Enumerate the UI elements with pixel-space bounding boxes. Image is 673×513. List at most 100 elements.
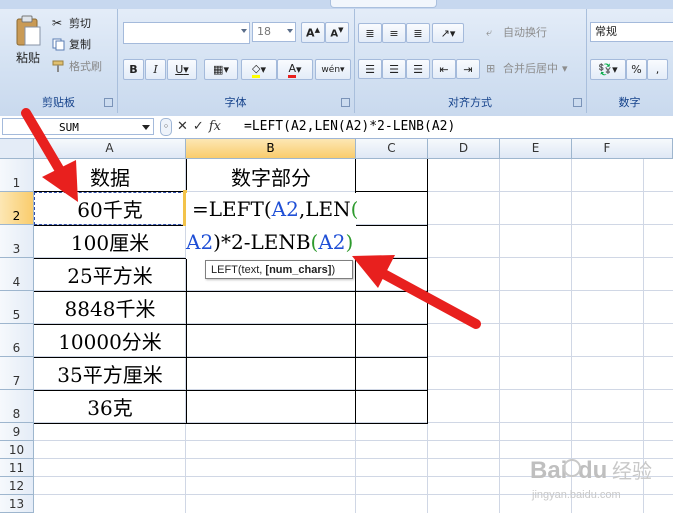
alignment-group: ≣ ≡ ≣ ↗ ▾ ☰ ☰ ☰ ⇤ ⇥ ⤶ 自动换行 ⊞ 合并后居中 ▾ 对齐方式 [354, 9, 587, 113]
cell-a5[interactable]: 8848千米 [34, 291, 186, 324]
decrease-indent-button[interactable]: ⇤ [432, 59, 456, 79]
grow-font-button[interactable]: A▲ [301, 22, 325, 43]
bold-button[interactable]: B [123, 59, 144, 80]
row-header-7[interactable]: 7 [0, 357, 34, 390]
borders-button[interactable]: ▦ ▾ [204, 59, 238, 80]
column-header-e[interactable]: E [500, 139, 572, 159]
watermark-brand2: du [578, 457, 607, 484]
select-all-corner[interactable] [0, 139, 34, 159]
row-header-6[interactable]: 6 [0, 324, 34, 357]
tooltip-tail: ) [331, 264, 336, 276]
cell-a7[interactable]: 35平方厘米 [34, 357, 186, 390]
fx-icon[interactable]: fx [209, 119, 221, 134]
number-format-combo[interactable]: 常规 [590, 22, 673, 42]
name-box[interactable]: SUM [2, 118, 154, 135]
format-painter-label: 格式刷 [69, 60, 102, 73]
phonetic-button[interactable]: wén ▾ [315, 59, 351, 80]
expand-handle[interactable]: ◦ [160, 117, 172, 136]
align-right-button[interactable]: ☰ [406, 59, 430, 79]
function-tooltip[interactable]: LEFT(text, [num_chars]) [205, 260, 353, 279]
cell-a1[interactable]: 数据 [34, 160, 186, 192]
font-size-combo[interactable]: 18 [252, 22, 296, 42]
borders-icon: ▦ [213, 63, 224, 76]
active-tab-edge [330, 0, 437, 8]
increase-indent-button[interactable]: ⇥ [456, 59, 480, 79]
underline-button[interactable]: U ▾ [167, 59, 197, 80]
font-size-value: 18 [257, 25, 271, 38]
column-header-a[interactable]: A [34, 139, 186, 159]
decrease-indent-icon: ⇤ [439, 62, 449, 76]
row-header-9[interactable]: 9 [0, 423, 34, 441]
align-middle-button[interactable]: ≡ [382, 23, 406, 43]
formula-ref-a2: A2 [271, 197, 299, 221]
row-header-13[interactable]: 13 [0, 495, 34, 513]
chevron-down-icon: ▾ [562, 61, 568, 75]
cell-a8[interactable]: 36克 [34, 390, 186, 423]
paste-button[interactable]: 粘贴 [10, 15, 46, 75]
row-header-4[interactable]: 4 [0, 258, 34, 291]
column-header-c[interactable]: C [356, 139, 428, 159]
row-header-1[interactable]: 1 [0, 159, 34, 192]
ribbon-tab-strip [0, 0, 673, 9]
name-box-value: SUM [59, 121, 79, 134]
shrink-font-button[interactable]: A▼ [325, 22, 349, 43]
copy-button[interactable]: 复制 [52, 36, 91, 52]
clipboard-group: 粘贴 ✂ 剪切 复制 格式刷 剪贴板 [0, 9, 118, 113]
row-header-12[interactable]: 12 [0, 477, 34, 495]
cut-button[interactable]: ✂ 剪切 [52, 15, 91, 31]
italic-icon: I [153, 63, 158, 76]
formula-input[interactable]: =LEFT(A2,LEN(A2)*2-LENB(A2) [238, 117, 673, 136]
underline-icon: U [175, 63, 184, 76]
cancel-icon[interactable]: ✕ [177, 119, 188, 134]
fill-color-button[interactable]: ◇ ▾ [241, 59, 277, 80]
baidu-jingyan-watermark: Bai du 经验 jingyan.baidu.com [530, 457, 652, 501]
row-header-10[interactable]: 10 [0, 441, 34, 459]
wrap-text-label: 自动换行 [503, 26, 547, 39]
wrap-text-icon: ⤶ [486, 25, 493, 39]
font-name-combo[interactable] [123, 22, 250, 44]
cut-label: 剪切 [69, 17, 91, 30]
clipboard-launcher-icon[interactable] [104, 98, 113, 107]
column-header-d[interactable]: D [428, 139, 500, 159]
align-center-button[interactable]: ☰ [382, 59, 406, 79]
cell-a6[interactable]: 10000分米 [34, 324, 186, 357]
phonetic-icon: wén [321, 64, 341, 75]
row-header-3[interactable]: 3 [0, 225, 34, 258]
row-header-2[interactable]: 2 [0, 192, 34, 225]
orientation-button[interactable]: ↗ ▾ [432, 23, 464, 43]
column-header-f[interactable]: F [572, 139, 673, 159]
row-header-5[interactable]: 5 [0, 291, 34, 324]
cell-b2-editor[interactable]: =LEFT(A2,LEN( A2)*2-LENB(A2) [186, 193, 358, 259]
font-launcher-icon[interactable] [341, 98, 350, 107]
align-bottom-button[interactable]: ≣ [406, 23, 430, 43]
merge-center-button[interactable]: ⊞ 合并后居中 ▾ [486, 60, 568, 76]
formula-text: ,LEN [298, 197, 351, 221]
row-header-11[interactable]: 11 [0, 459, 34, 477]
number-group-label: 数字 [618, 96, 641, 109]
format-painter-button[interactable]: 格式刷 [52, 58, 102, 74]
row-header-8[interactable]: 8 [0, 390, 34, 423]
align-left-icon: ☰ [365, 62, 375, 76]
paste-label: 粘贴 [15, 51, 40, 65]
cell-b1[interactable]: 数字部分 [186, 160, 356, 192]
comma-button[interactable]: , [647, 59, 668, 80]
column-header-b[interactable]: B [186, 139, 356, 159]
cell-a4[interactable]: 25平方米 [34, 258, 186, 291]
formula-text: )*2-LENB [213, 230, 311, 254]
italic-button[interactable]: I [145, 59, 166, 80]
align-left-button[interactable]: ☰ [358, 59, 382, 79]
currency-button[interactable]: 💱 ▾ [590, 59, 626, 80]
tooltip-fn: LEFT(text, [211, 264, 266, 276]
cell-a3[interactable]: 100厘米 [34, 225, 186, 258]
copy-label: 复制 [69, 38, 91, 51]
font-group-label: 字体 [224, 96, 247, 109]
alignment-launcher-icon[interactable] [573, 98, 582, 107]
wrap-text-button[interactable]: ⤶ 自动换行 [486, 24, 547, 40]
enter-icon[interactable]: ✓ [193, 119, 204, 134]
percent-button[interactable]: % [626, 59, 647, 80]
formula-controls: ◦ ✕ ✓ fx [158, 117, 239, 136]
font-color-button[interactable]: A ▾ [277, 59, 313, 80]
table-border [356, 191, 428, 192]
align-top-button[interactable]: ≣ [358, 23, 382, 43]
comma-icon: , [655, 63, 660, 76]
